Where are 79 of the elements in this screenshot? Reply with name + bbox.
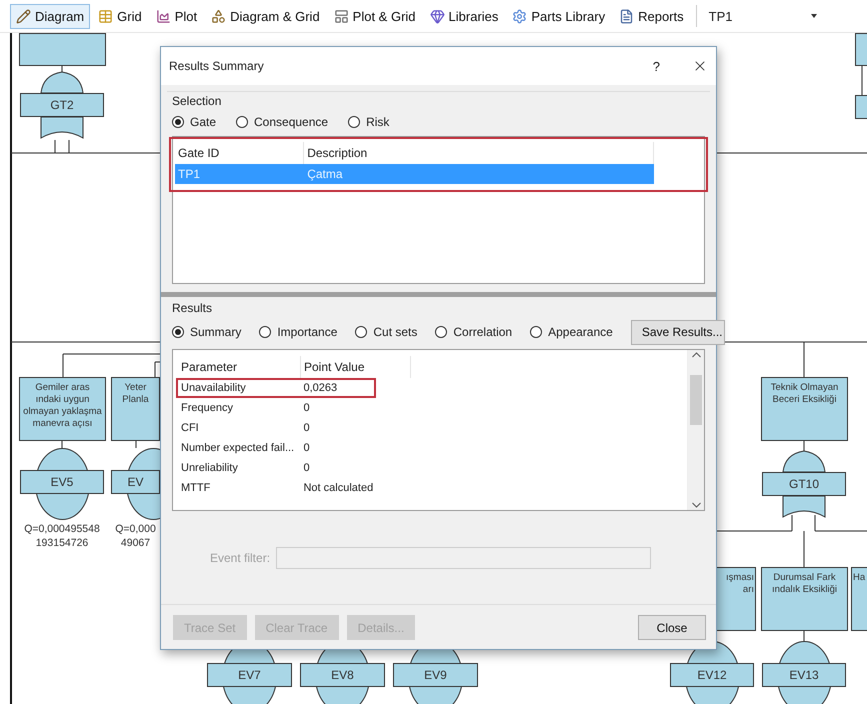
scroll-down-icon[interactable] [692, 502, 700, 508]
toolbar-button[interactable]: Reports [613, 4, 690, 28]
table-cell-text: 0 [302, 422, 311, 434]
or-gate-symbol [40, 72, 84, 140]
event-description: Yeter Planla [111, 377, 160, 441]
event-description: Teknik Olmayan Beceri Eksikliği [761, 377, 848, 441]
radio-option[interactable]: Importance [259, 325, 338, 339]
event-label: EV12 [670, 663, 754, 687]
layout-icon [334, 8, 349, 24]
or-gate-symbol [782, 451, 826, 519]
pencil-icon [16, 8, 31, 24]
table-cell-text: 0 [302, 442, 311, 454]
document-icon [619, 8, 634, 24]
event-label: EV8 [300, 663, 385, 687]
radio-icon[interactable] [435, 326, 448, 338]
save-results-button[interactable]: Save Results... [630, 320, 725, 344]
table-cell-text: Not calculated [302, 482, 374, 494]
radio-icon[interactable] [355, 326, 368, 338]
table-cell-text: Çatma [306, 167, 344, 181]
gem-icon [430, 8, 445, 24]
toolbar-button[interactable]: Plot & Grid [328, 4, 422, 28]
column-header[interactable]: Parameter [178, 356, 301, 378]
gate-label: GT10 [762, 472, 846, 496]
table-cell-text: TP1 [177, 167, 202, 181]
scroll-thumb[interactable] [690, 375, 702, 425]
group-title: Results [172, 301, 212, 315]
radio-option[interactable]: Cut sets [355, 325, 418, 339]
radio-option[interactable]: Summary [172, 325, 242, 339]
toolbar-button[interactable]: Diagram & Grid [205, 4, 326, 28]
event-label: EV7 [207, 663, 292, 687]
radio-icon[interactable] [236, 116, 248, 128]
event-label: EV9 [393, 663, 478, 687]
toolbar-button[interactable]: Libraries [424, 4, 504, 28]
shapes-icon [211, 8, 226, 24]
event-label: EV [111, 470, 160, 494]
gate-label: GT2 [20, 93, 104, 117]
scrollbar[interactable] [687, 350, 704, 510]
toolbar-button[interactable]: Parts Library [506, 4, 612, 28]
radio-option[interactable]: Correlation [435, 325, 512, 339]
radio-option[interactable]: Appearance [530, 325, 613, 339]
event-description: Durumsal Fark ındalık Eksikliği [761, 567, 848, 631]
probability-text: Q=0,000495548 193154726 [23, 522, 101, 550]
grid-icon [98, 8, 114, 24]
scroll-up-icon[interactable] [692, 352, 700, 358]
chart-icon [156, 8, 171, 24]
radio-option[interactable]: Risk [348, 115, 390, 129]
table-cell-text: MTTF [180, 482, 212, 494]
probability-text: Q=0,000 49067 [114, 522, 157, 550]
toolbar-button[interactable]: Diagram [10, 4, 90, 28]
event-label: EV13 [762, 663, 846, 687]
table-cell-text: 0 [302, 402, 311, 414]
toolbar-button[interactable]: Plot [150, 4, 204, 28]
dialog-title: Results Summary [169, 59, 265, 73]
event-label: EV5 [20, 470, 104, 494]
group-title: Selection [172, 94, 222, 108]
radio-option[interactable]: Consequence [236, 115, 328, 129]
table-cell-text: 0,0263 [302, 382, 338, 394]
radio-option[interactable]: Gate [172, 115, 216, 129]
caret-icon [810, 14, 817, 18]
table-cell-text: 0 [302, 462, 311, 474]
table-cell-text: Number expected fail... [180, 442, 296, 454]
radio-icon[interactable] [172, 116, 184, 128]
radio-icon[interactable] [530, 326, 542, 338]
table-cell-text: Unreliability [180, 462, 239, 474]
gear-icon [512, 8, 528, 24]
column-header[interactable]: Point Value [301, 356, 411, 378]
radio-icon[interactable] [172, 326, 184, 338]
event-description: Ha [851, 567, 867, 631]
toolbar-button[interactable]: Grid [92, 4, 148, 28]
event-description: Gemiler aras ındaki uygun olmayan yaklaşma manevra açısı [19, 377, 106, 441]
table-cell-text: Unavailability [180, 382, 247, 394]
radio-icon[interactable] [348, 116, 360, 128]
table-cell-text: Frequency [180, 402, 234, 414]
dialog-button[interactable]: Close [638, 615, 706, 640]
help-button[interactable]: ? [652, 58, 660, 74]
field-label: Event filter: [210, 551, 270, 565]
radio-icon[interactable] [259, 326, 272, 338]
gate-dropdown[interactable]: TP1 [702, 4, 823, 28]
table-cell-text: CFI [180, 422, 200, 434]
